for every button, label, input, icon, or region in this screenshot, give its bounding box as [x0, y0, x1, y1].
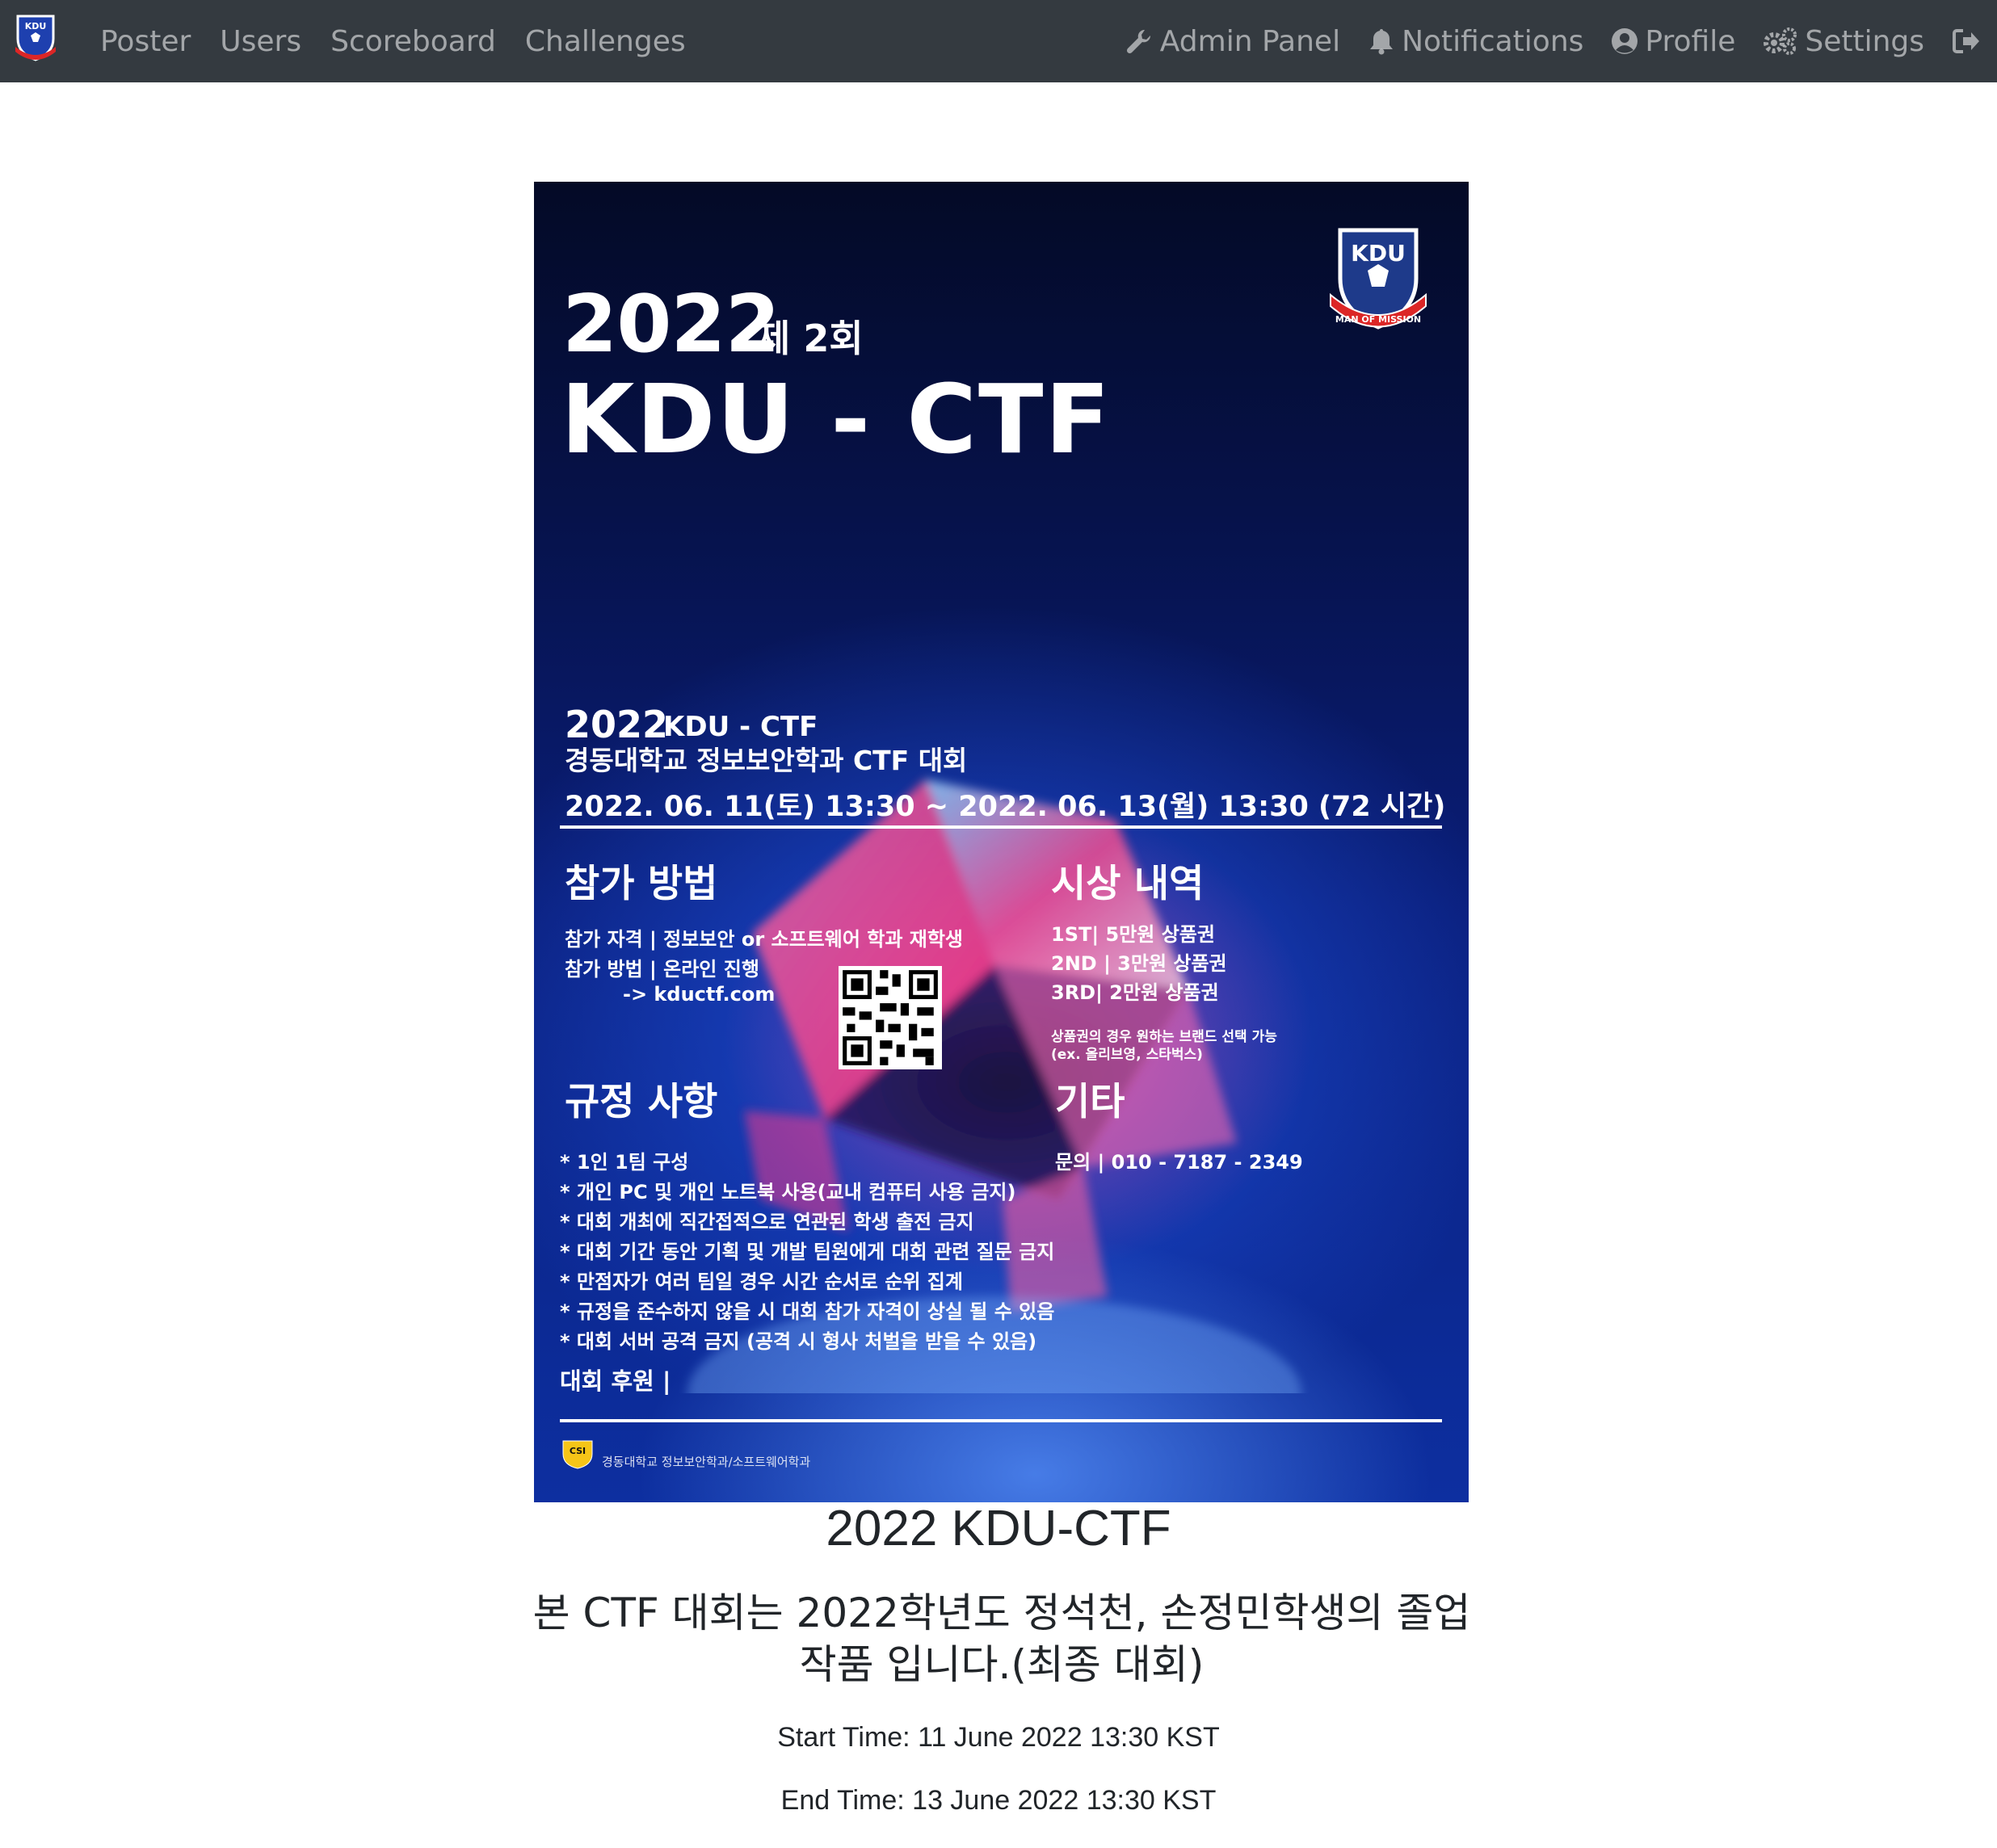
poster-dates: 2022. 06. 11(토) 13:30 ~ 2022. 06. 13(월) … — [565, 791, 1446, 823]
poster-award-note: (ex. 올리브영, 스타벅스) — [1051, 1047, 1203, 1063]
top-navbar: KDU Poster Users Scoreboard Challenges A… — [0, 0, 1997, 82]
poster-etc-heading: 기타 — [1055, 1080, 1125, 1124]
sign-out-icon — [1953, 29, 1979, 53]
poster-subtitle-name: KDU - CTF — [663, 711, 818, 743]
nav-link-settings[interactable]: Settings — [1763, 25, 1924, 58]
nav-link-poster[interactable]: Poster — [100, 25, 191, 58]
poster-rule-line: * 1인 1팀 구성 — [560, 1151, 689, 1174]
nav-link-label: Admin Panel — [1159, 24, 1341, 58]
nav-left-links: Poster Users Scoreboard Challenges — [100, 0, 715, 82]
wrench-icon — [1126, 29, 1150, 54]
poster-participation-line: 참가 자격 | 정보보안 or 소프트웨어 학과 재학생 — [565, 928, 964, 951]
bell-icon — [1370, 29, 1394, 55]
svg-text:KDU: KDU — [25, 21, 47, 32]
nav-link-label: Scoreboard — [330, 24, 496, 58]
nav-link-label: Challenges — [524, 24, 686, 58]
poster-award-line: 2ND | 3만원 상품권 — [1051, 952, 1227, 975]
gears-icon — [1764, 27, 1797, 55]
nav-link-label: Profile — [1645, 24, 1736, 58]
poster-footer-org: 경동대학교 정보보안학과/소프트웨어학과 — [602, 1455, 811, 1469]
nav-link-label: Users — [220, 24, 302, 58]
nav-right-links: Admin Panel Notifications Profile Settin… — [1097, 0, 1981, 82]
end-time: End Time: 13 June 2022 13:30 KST — [780, 1785, 1217, 1816]
nav-link-scoreboard[interactable]: Scoreboard — [330, 25, 496, 58]
poster-divider — [560, 825, 1442, 829]
poster-title: KDU - CTF — [561, 363, 1112, 475]
poster-subtitle-dept: 경동대학교 정보보안학과 CTF 대회 — [565, 745, 968, 776]
poster-rule-line: * 규정을 준수하지 않을 시 대회 참가 자격이 상실 될 수 있음 — [560, 1300, 1055, 1323]
nav-link-challenges[interactable]: Challenges — [525, 25, 686, 58]
poster-participation-line: 참가 방법 | 온라인 진행 — [565, 958, 759, 981]
poster-sponsor: 대회 후원 | — [560, 1367, 671, 1395]
csi-logo-icon: CSI — [562, 1440, 593, 1469]
svg-text:KDU: KDU — [1351, 240, 1406, 267]
nav-link-admin-panel[interactable]: Admin Panel — [1125, 25, 1340, 58]
ctf-name-heading: 2022 KDU-CTF — [826, 1501, 1171, 1556]
poster-rule-line: * 대회 개최에 직간접적으로 연관된 학생 출전 금지 — [560, 1211, 974, 1233]
nav-link-label: Poster — [100, 24, 191, 58]
poster-award-line: 1ST| 5만원 상품권 — [1051, 923, 1215, 946]
poster-rules-heading: 규정 사항 — [565, 1080, 718, 1124]
kdu-badge-icon: KDU MAN OF MISSION — [1330, 228, 1427, 330]
poster-rule-line: * 대회 서버 공격 금지 (공격 시 형사 처벌을 받을 수 있음) — [560, 1330, 1037, 1353]
poster-year: 2022 — [562, 279, 780, 371]
poster-participation-heading: 참가 방법 — [565, 862, 718, 906]
poster-divider — [560, 1419, 1442, 1422]
qr-code-icon — [839, 966, 942, 1069]
ctf-poster-image: KDU MAN OF MISSION 2022 제 2회 KDU - CTF 2… — [534, 182, 1469, 1502]
poster-award-line: 3RD| 2만원 상품권 — [1051, 981, 1219, 1004]
nav-link-label: Notifications — [1402, 24, 1584, 58]
nav-link-profile[interactable]: Profile — [1611, 25, 1735, 58]
start-time: Start Time: 11 June 2022 13:30 KST — [777, 1722, 1220, 1753]
poster-round: 제 2회 — [756, 317, 864, 360]
poster-rule-line: * 대회 기간 동안 기획 및 개발 팀원에게 대회 관련 질문 금지 — [560, 1241, 1055, 1263]
nav-link-logout[interactable] — [1952, 27, 1981, 55]
user-circle-icon — [1612, 28, 1638, 54]
shield-logo-icon: KDU — [15, 15, 56, 61]
poster-rule-line: * 개인 PC 및 개인 노트북 사용(교내 컴퓨터 사용 금지) — [560, 1181, 1016, 1203]
ctf-description: 본 CTF 대회는 2022학년도 정석천, 손정민학생의 졸업 작품 입니다.… — [532, 1590, 1471, 1688]
poster-rule-line: * 만점자가 여러 팀일 경우 시간 순서로 순위 집계 — [560, 1270, 963, 1293]
poster-participation-line: -> kductf.com — [623, 983, 776, 1006]
poster-contact: 문의 | 010 - 7187 - 2349 — [1055, 1151, 1303, 1174]
poster-awards-heading: 시상 내역 — [1051, 862, 1205, 906]
svg-text:CSI: CSI — [570, 1446, 586, 1456]
nav-link-notifications[interactable]: Notifications — [1368, 25, 1583, 58]
site-logo[interactable]: KDU — [13, 11, 58, 63]
nav-link-label: Settings — [1805, 24, 1924, 58]
svg-text:MAN OF MISSION: MAN OF MISSION — [1335, 314, 1421, 325]
nav-link-users[interactable]: Users — [220, 25, 301, 58]
